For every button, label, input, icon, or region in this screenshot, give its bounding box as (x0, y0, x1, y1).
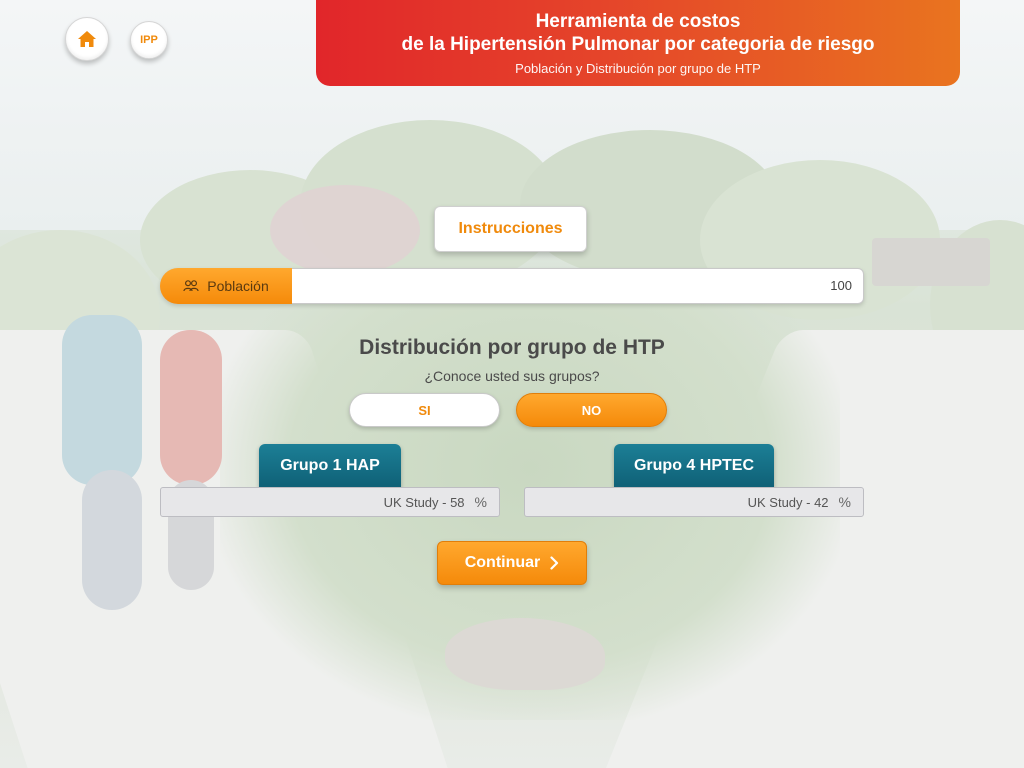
distribution-title: Distribución por grupo de HTP (359, 336, 665, 359)
population-label: Población (207, 278, 269, 294)
home-button[interactable] (65, 17, 109, 61)
header-banner: Herramienta de costos de la Hipertensión… (316, 0, 960, 86)
group-1-hap-button[interactable]: Grupo 1 HAP (259, 444, 401, 488)
home-icon (78, 31, 96, 47)
instructions-label: Instrucciones (458, 220, 563, 237)
no-label: NO (581, 402, 602, 418)
chevron-right-icon (550, 556, 559, 570)
population-label-tab: Población (160, 268, 292, 304)
ipp-button[interactable]: IPP (130, 21, 168, 59)
header-subtitle: Población y Distribución por grupo de HT… (515, 61, 761, 76)
group-1-label: Grupo 1 HAP (280, 457, 380, 474)
group-4-value: UK Study - 42 (747, 494, 829, 510)
header-title-line1: Herramienta de costos (535, 11, 741, 32)
people-icon (183, 280, 199, 292)
group-4-value-field[interactable]: UK Study - 42 % (524, 487, 864, 517)
yes-toggle-button[interactable]: SI (349, 393, 500, 427)
instructions-button[interactable]: Instrucciones (434, 206, 587, 252)
percent-icon: % (474, 494, 487, 510)
group-4-hptec-button[interactable]: Grupo 4 HPTEC (614, 444, 774, 488)
group-1-value-field[interactable]: UK Study - 58 % (160, 487, 500, 517)
yes-label: SI (418, 402, 431, 418)
no-toggle-button[interactable]: NO (516, 393, 667, 427)
group-1-value: UK Study - 58 (383, 494, 465, 510)
percent-icon: % (838, 494, 851, 510)
population-row: Población 100 (160, 268, 864, 304)
group-4-label: Grupo 4 HPTEC (633, 457, 754, 474)
header-title-line2: de la Hipertensión Pulmonar por categori… (401, 34, 875, 55)
ipp-label: IPP (140, 34, 158, 46)
continue-label: Continuar (464, 554, 541, 571)
background-scenery (0, 0, 1024, 768)
distribution-question: ¿Conoce usted sus grupos? (424, 368, 600, 384)
population-value: 100 (830, 278, 852, 293)
continue-button[interactable]: Continuar (437, 541, 587, 585)
